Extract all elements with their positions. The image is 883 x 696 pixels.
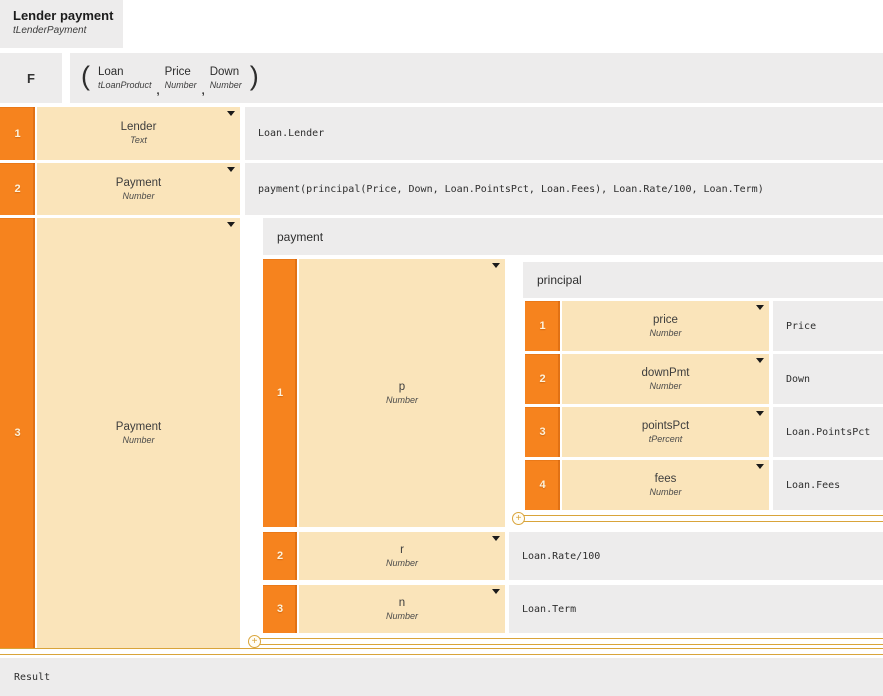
param-name: Down: [210, 65, 239, 79]
formula-cell-payment[interactable]: payment(principal(Price, Down, Loan.Poin…: [245, 163, 883, 215]
payment-row-number-2[interactable]: 2: [263, 532, 297, 580]
name-cell-pointspct[interactable]: pointsPct tPercent: [562, 407, 769, 457]
variable-type: Number: [122, 435, 154, 446]
name-cell-lender[interactable]: Lender Text: [37, 107, 240, 160]
param-name: Loan: [98, 65, 124, 79]
param-type: Number: [210, 80, 242, 91]
principal-row-number-3[interactable]: 3: [525, 407, 560, 457]
dropdown-arrow-icon[interactable]: [756, 358, 764, 363]
payment-panel-header: payment: [263, 218, 883, 255]
principal-row-number-1[interactable]: 1: [525, 301, 560, 351]
open-paren: (: [76, 63, 95, 93]
variable-type: Number: [386, 395, 418, 406]
name-cell-fees[interactable]: fees Number: [562, 460, 769, 510]
dropdown-arrow-icon[interactable]: [492, 536, 500, 541]
param-separator: ,: [202, 85, 205, 97]
function-editor: Lender payment tLenderPayment F ( Loan t…: [0, 0, 883, 696]
variable-type: Text: [130, 135, 147, 146]
variable-type: Number: [386, 611, 418, 622]
param-down[interactable]: Down Number: [210, 65, 242, 91]
row-number-3[interactable]: 3: [0, 218, 35, 648]
variable-name: price: [653, 314, 678, 327]
tab-lender-payment[interactable]: Lender payment tLenderPayment: [0, 0, 123, 48]
principal-panel-header: principal: [523, 262, 883, 298]
formula-cell-pointspct[interactable]: Loan.PointsPct: [773, 407, 883, 457]
name-cell-payment-expanded[interactable]: Payment Number: [37, 218, 240, 648]
variable-name: pointsPct: [642, 420, 689, 433]
variable-type: Number: [649, 328, 681, 339]
variable-type: Number: [386, 558, 418, 569]
param-name: Price: [165, 65, 191, 79]
formula-cell-fees[interactable]: Loan.Fees: [773, 460, 883, 510]
formula-cell-price[interactable]: Price: [773, 301, 883, 351]
variable-name: Payment: [116, 421, 161, 434]
formula-cell-lender[interactable]: Loan.Lender: [245, 107, 883, 160]
formula-cell-downpmt[interactable]: Down: [773, 354, 883, 404]
payment-row-number-3[interactable]: 3: [263, 585, 297, 633]
add-row-lines: [518, 515, 883, 522]
variable-name: Payment: [116, 177, 161, 190]
principal-row-number-2[interactable]: 2: [525, 354, 560, 404]
function-type-name: tLenderPayment: [13, 24, 123, 37]
param-price[interactable]: Price Number: [165, 65, 197, 91]
row-number-2[interactable]: 2: [0, 163, 35, 215]
variable-name: Lender: [121, 121, 157, 134]
name-cell-n[interactable]: n Number: [299, 585, 505, 633]
variable-name: fees: [655, 473, 677, 486]
name-cell-downpmt[interactable]: downPmt Number: [562, 354, 769, 404]
add-row-plus-icon[interactable]: [512, 512, 525, 525]
result-label: Result: [14, 672, 50, 683]
dropdown-arrow-icon[interactable]: [756, 464, 764, 469]
dropdown-arrow-icon[interactable]: [492, 263, 500, 268]
payment-row-number-1[interactable]: 1: [263, 259, 297, 527]
add-row-lines: [0, 648, 883, 655]
dropdown-arrow-icon[interactable]: [756, 305, 764, 310]
param-separator: ,: [157, 85, 160, 97]
function-signature: ( Loan tLoanProduct , Price Number , Dow…: [70, 53, 883, 103]
dropdown-arrow-icon[interactable]: [227, 222, 235, 227]
name-cell-r[interactable]: r Number: [299, 532, 505, 580]
variable-name: downPmt: [642, 367, 690, 380]
variable-type: Number: [649, 487, 681, 498]
param-type: Number: [165, 80, 197, 91]
add-row-plus-icon[interactable]: [248, 635, 261, 648]
param-type: tLoanProduct: [98, 80, 152, 91]
dropdown-arrow-icon[interactable]: [227, 111, 235, 116]
result-bar: Result: [0, 658, 883, 696]
function-title: Lender payment: [13, 8, 123, 24]
variable-name: p: [399, 381, 405, 394]
variable-type: tPercent: [649, 434, 683, 445]
add-row-control-principal[interactable]: [512, 511, 883, 526]
add-row-control-main[interactable]: [0, 644, 883, 659]
variable-type: Number: [649, 381, 681, 392]
name-cell-payment-formula[interactable]: Payment Number: [37, 163, 240, 215]
variable-name: n: [399, 597, 405, 610]
variable-name: r: [400, 544, 404, 557]
formula-cell-r[interactable]: Loan.Rate/100: [509, 532, 883, 580]
param-loan[interactable]: Loan tLoanProduct: [98, 65, 152, 91]
name-cell-price[interactable]: price Number: [562, 301, 769, 351]
dropdown-arrow-icon[interactable]: [227, 167, 235, 172]
close-paren: ): [245, 63, 264, 93]
dropdown-arrow-icon[interactable]: [492, 589, 500, 594]
dropdown-arrow-icon[interactable]: [756, 411, 764, 416]
name-cell-p[interactable]: p Number: [299, 259, 505, 527]
function-marker: F: [0, 53, 62, 103]
variable-type: Number: [122, 191, 154, 202]
row-number-1[interactable]: 1: [0, 107, 35, 160]
formula-cell-n[interactable]: Loan.Term: [509, 585, 883, 633]
principal-row-number-4[interactable]: 4: [525, 460, 560, 510]
